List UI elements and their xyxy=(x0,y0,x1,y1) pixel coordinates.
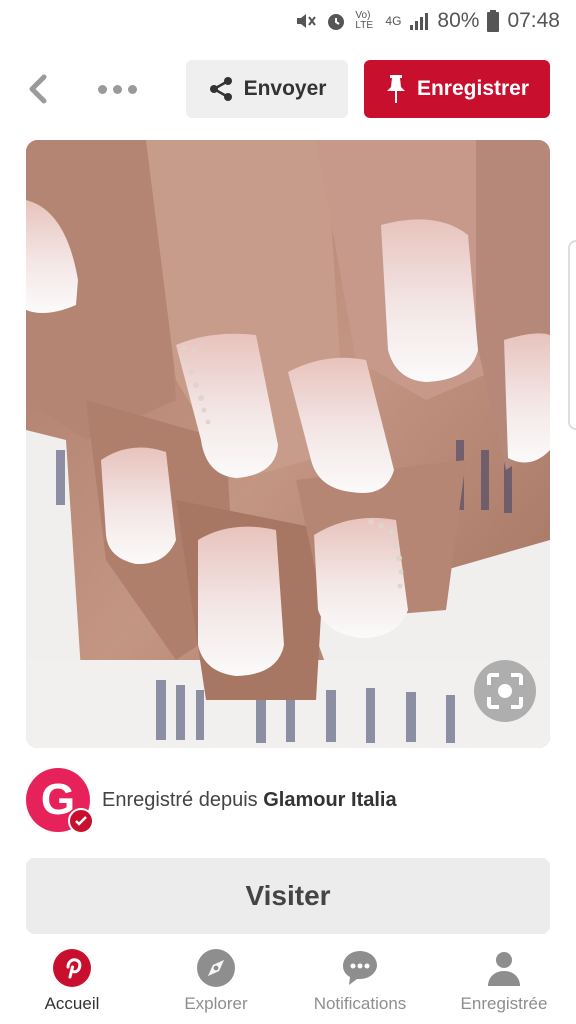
avatar[interactable]: G xyxy=(26,768,94,834)
source-text: Enregistré depuis Glamour Italia xyxy=(102,789,397,812)
share-icon xyxy=(209,77,232,101)
pinterest-icon xyxy=(52,948,92,988)
battery-percent: 80% xyxy=(437,9,480,32)
alarm-icon xyxy=(325,10,347,32)
scroll-handle[interactable] xyxy=(568,240,576,430)
visit-button[interactable]: Visiter xyxy=(26,858,550,934)
person-icon xyxy=(484,948,524,988)
clock: 07:48 xyxy=(507,9,560,32)
dot-icon xyxy=(97,84,107,94)
chat-bubble-icon xyxy=(340,948,380,988)
status-bar: Vo) LTE 4G 80% 07:48 xyxy=(0,0,576,42)
nail-photo xyxy=(26,140,550,748)
nav-label: Accueil xyxy=(44,994,100,1013)
network-label: Vo) LTE xyxy=(355,10,373,31)
bottom-nav: Accueil Explorer Notifications Enregistr… xyxy=(0,940,576,1024)
save-button[interactable]: Enregistrer xyxy=(364,60,550,118)
pushpin-icon xyxy=(386,75,405,103)
nav-item-home[interactable]: Accueil xyxy=(0,940,144,1024)
nav-item-saved[interactable]: Enregistrée xyxy=(432,940,576,1024)
pin-image[interactable] xyxy=(26,140,550,748)
mute-icon xyxy=(295,11,317,31)
save-label: Enregistrer xyxy=(416,77,530,100)
battery-icon xyxy=(487,10,500,32)
chevron-left-icon xyxy=(29,74,47,104)
compass-icon xyxy=(196,948,236,988)
nav-item-notifications[interactable]: Notifications xyxy=(288,940,432,1024)
verified-check-icon xyxy=(68,808,94,834)
signal-icon xyxy=(409,11,429,31)
dot-icon xyxy=(127,84,137,94)
source-name[interactable]: Glamour Italia xyxy=(263,789,396,811)
dot-icon xyxy=(112,84,122,94)
visual-search-button[interactable] xyxy=(474,660,536,722)
nav-label: Enregistrée xyxy=(460,994,548,1013)
nav-item-explore[interactable]: Explorer xyxy=(144,940,288,1024)
send-label: Envoyer xyxy=(243,77,327,100)
send-button[interactable]: Envoyer xyxy=(186,60,348,118)
pin-source[interactable]: G Enregistré depuis Glamour Italia xyxy=(26,768,550,834)
source-prefix: Enregistré depuis xyxy=(102,788,258,811)
nav-label: Notifications xyxy=(313,994,407,1013)
signal-label: 4G xyxy=(385,14,402,28)
visual-search-icon xyxy=(487,673,523,709)
back-button[interactable] xyxy=(20,72,54,106)
pin-toolbar: Envoyer Enregistrer xyxy=(0,60,576,118)
more-options-button[interactable] xyxy=(92,78,142,100)
nav-label: Explorer xyxy=(184,994,248,1013)
